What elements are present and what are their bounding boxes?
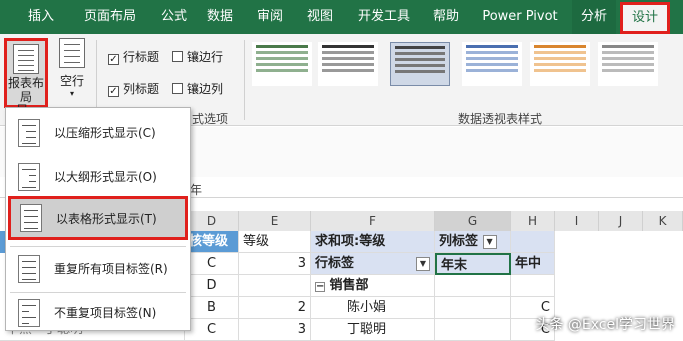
style-options-group-label: 式选项 (192, 112, 229, 126)
pivot-styles-group-label: 数据透视表样式 (458, 112, 543, 126)
menu-item-no-repeat-labels[interactable]: 不重复项目标签(N) (6, 292, 190, 334)
collapse-icon[interactable]: − (315, 282, 325, 292)
cell-e-value[interactable]: 2 (239, 297, 311, 319)
column-header-e[interactable]: E (239, 211, 311, 231)
banded-columns-checkbox[interactable]: 镶边列 (172, 80, 223, 97)
column-header-d[interactable]: D (185, 211, 239, 231)
pivot-sum-label[interactable]: 求和项:等级 (311, 231, 435, 253)
menu-item-repeat-all-labels[interactable]: 重复所有项目标签(R) (6, 248, 190, 290)
pivot-style-6[interactable] (598, 42, 658, 86)
tab-analyze[interactable]: 分析 (572, 0, 616, 34)
pivot-style-3[interactable] (390, 42, 450, 86)
formula-bar-text[interactable]: 年 (190, 181, 202, 198)
row-headers-label: 行标题 (123, 50, 160, 64)
report-layout-label: 报表布局 (7, 76, 44, 104)
cell-d-value[interactable]: C (185, 253, 239, 275)
pivot-column-labels[interactable]: 列标签 ▼ (435, 231, 511, 253)
pivot-mid-year-header[interactable]: 年中 (511, 253, 555, 275)
cell-g4[interactable] (435, 297, 511, 319)
cell-d-value[interactable]: B (185, 297, 239, 319)
unchecked-box-icon (172, 83, 183, 94)
pivot-dept-row[interactable]: − 销售部 (311, 275, 435, 297)
no-repeat-labels-icon (18, 299, 40, 327)
checked-box-icon: ✓ (108, 54, 119, 65)
column-header-g[interactable]: G (435, 211, 511, 231)
report-layout-button[interactable]: 报表布局 局 ▾ (4, 38, 48, 116)
group-divider (244, 40, 245, 120)
column-headers-label: 列标题 (123, 82, 160, 96)
column-header-f[interactable]: F (311, 211, 435, 231)
pivot-style-5[interactable] (530, 42, 590, 86)
row-headers-checkbox[interactable]: ✓ 行标题 (108, 48, 159, 65)
pivot-style-4[interactable] (462, 42, 522, 86)
unchecked-box-icon (172, 51, 183, 62)
report-layout-menu: 以压缩形式显示(C) 以大纲形式显示(O) 以表格形式显示(T) 重复所有项目标… (5, 107, 191, 331)
cell-e-value[interactable]: 3 (239, 253, 311, 275)
pivot-style-1[interactable] (252, 42, 312, 86)
pivot-column-labels-text: 列标签 (439, 234, 479, 249)
tab-help[interactable]: 帮助 (424, 0, 468, 34)
menu-item-tabular-form[interactable]: 以表格形式显示(T) (8, 196, 188, 240)
cell-g3[interactable] (435, 275, 511, 297)
banded-rows-label: 镶边行 (187, 50, 224, 64)
cell-h3[interactable] (511, 275, 555, 297)
pivot-row-labels-text: 行标签 (315, 256, 355, 271)
report-layout-icon (13, 44, 39, 74)
compact-form-icon (18, 119, 40, 147)
cell-d-value[interactable]: C (185, 319, 239, 341)
outline-form-icon (18, 163, 40, 191)
tab-page-layout[interactable]: 页面布局 (70, 0, 150, 34)
menu-item-label: 以压缩形式显示(C) (54, 126, 156, 140)
pivot-row-labels[interactable]: 行标签 ▼ (311, 253, 435, 275)
tab-data[interactable]: 数据 (198, 0, 242, 34)
cell-d-header[interactable]: 核等级 (185, 231, 239, 253)
pivot-employee-row[interactable]: 陈小娟 (311, 297, 435, 319)
cell-d-value[interactable]: D (185, 275, 239, 297)
menu-item-compact-form[interactable]: 以压缩形式显示(C) (6, 112, 190, 154)
repeat-labels-icon (18, 255, 40, 283)
tab-formulas[interactable]: 公式 (152, 0, 196, 34)
banded-rows-checkbox[interactable]: 镶边行 (172, 48, 223, 65)
cell-h1[interactable] (511, 231, 555, 253)
blank-rows-button[interactable]: 空行 ▾ (52, 38, 92, 108)
menu-item-outline-form[interactable]: 以大纲形式显示(O) (6, 156, 190, 198)
tab-power-pivot[interactable]: Power Pivot (478, 0, 562, 34)
column-header-i[interactable]: I (555, 211, 599, 231)
column-header-h[interactable]: H (511, 211, 555, 231)
tab-developer[interactable]: 开发工具 (352, 0, 416, 34)
menu-item-label: 重复所有项目标签(R) (54, 262, 168, 276)
tab-insert[interactable]: 插入 (18, 0, 64, 34)
tabular-form-icon (20, 204, 42, 232)
pivot-employee-row[interactable]: 丁聪明 (311, 319, 435, 341)
column-header-j[interactable]: J (599, 211, 643, 231)
pivot-dept-label: 销售部 (329, 278, 369, 293)
filter-dropdown-icon[interactable]: ▼ (482, 234, 497, 249)
pivot-style-2[interactable] (318, 42, 378, 86)
banded-columns-label: 镶边列 (187, 82, 224, 96)
cell-g5[interactable] (435, 319, 511, 341)
menu-item-label: 以表格形式显示(T) (56, 212, 157, 226)
menu-item-label: 以大纲形式显示(O) (54, 170, 157, 184)
menu-item-label: 不重复项目标签(N) (54, 306, 157, 320)
filter-dropdown-icon[interactable]: ▼ (416, 257, 430, 271)
pivot-year-end-header[interactable]: 年末 (435, 253, 511, 275)
column-headers-checkbox[interactable]: ✓ 列标题 (108, 80, 159, 97)
menu-separator (10, 246, 186, 247)
blank-rows-label: 空行 (59, 74, 84, 88)
cell-e-value[interactable] (239, 275, 311, 297)
tab-review[interactable]: 审阅 (248, 0, 292, 34)
chevron-down-icon: ▾ (69, 89, 74, 98)
ribbon-tab-bar: 插入 页面布局 公式 数据 审阅 视图 开发工具 帮助 Power Pivot … (0, 0, 683, 34)
tab-view[interactable]: 视图 (298, 0, 342, 34)
blank-rows-icon (59, 38, 85, 68)
column-header-k[interactable]: K (643, 211, 683, 231)
cell-e-header[interactable]: 等级 (239, 231, 311, 253)
watermark: 头条 @Excel学习世界 (535, 317, 675, 333)
cell-e-value[interactable]: 3 (239, 319, 311, 341)
checked-box-icon: ✓ (108, 86, 119, 97)
tab-design[interactable]: 设计 (620, 2, 670, 34)
